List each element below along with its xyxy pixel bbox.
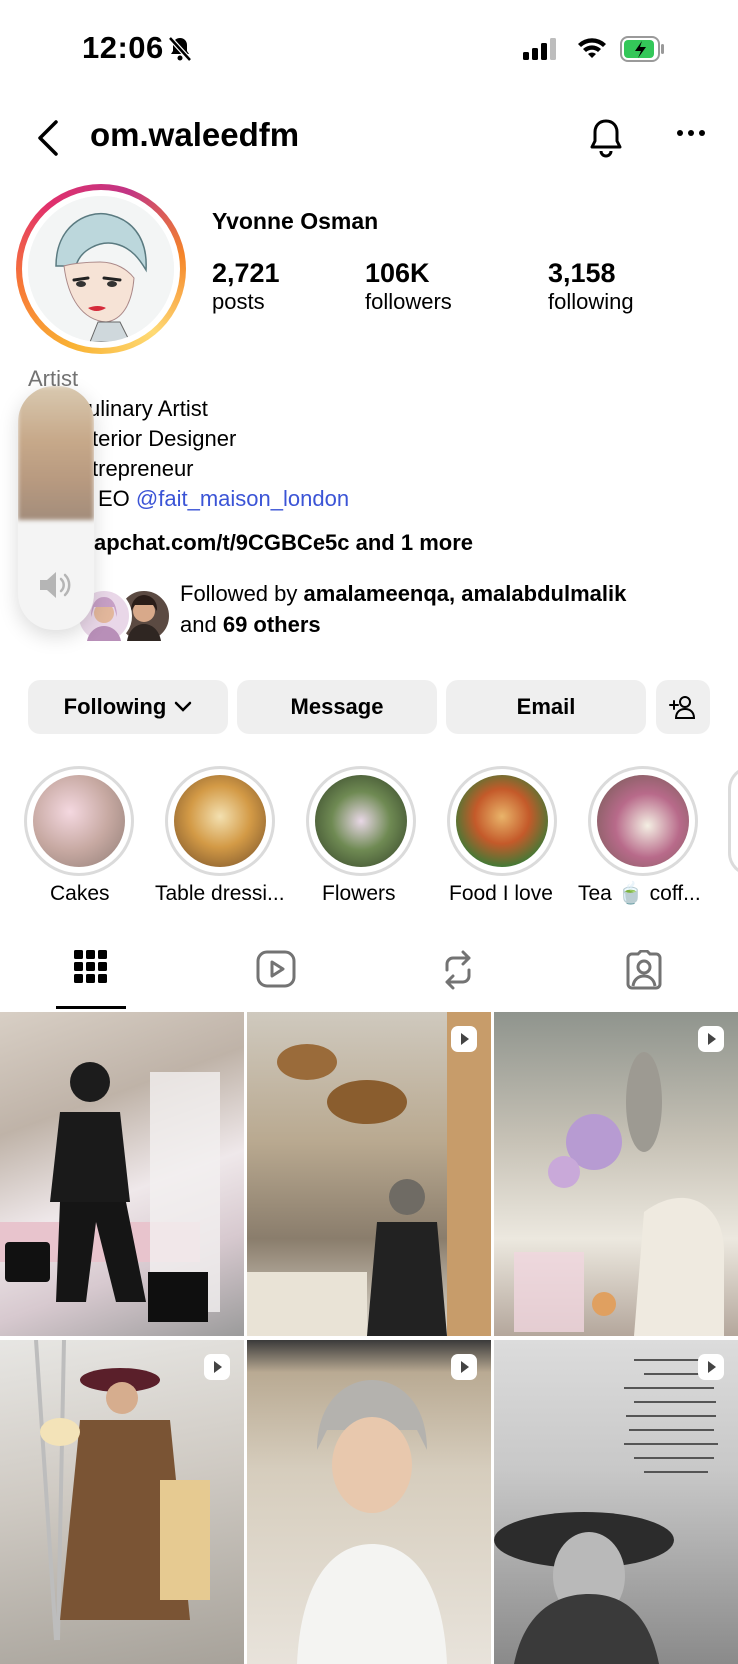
email-button-label: Email <box>516 694 576 719</box>
highlight-label: Table dressi... <box>155 882 285 905</box>
volume-hud <box>18 386 94 630</box>
following-button-label: Following <box>63 694 167 719</box>
bio-line: EO @fait_maison_london <box>98 486 349 512</box>
email-button[interactable]: Email <box>446 680 646 734</box>
highlight-food[interactable]: Food I love <box>447 766 557 905</box>
highlight-partial[interactable] <box>728 766 738 876</box>
following-count[interactable]: 3,158 following <box>548 258 634 315</box>
bio-line: ulinary Artist <box>88 396 208 421</box>
followers-count-label: followers <box>365 289 452 314</box>
active-tab-indicator <box>56 1006 126 1009</box>
highlight-label: Flowers <box>322 882 396 905</box>
reel-indicator-icon <box>204 1354 230 1380</box>
followed-by-text[interactable]: Followed by amalameenqa, amalabdulmalik … <box>180 578 626 640</box>
post-thumbnail[interactable] <box>0 1340 244 1664</box>
highlight-label: Food I love <box>449 882 553 905</box>
bio-line: trepreneur <box>92 456 194 481</box>
reel-indicator-icon <box>451 1354 477 1380</box>
tab-tagged[interactable] <box>624 949 664 995</box>
repost-icon <box>445 950 471 990</box>
more-options-icon[interactable] <box>676 124 706 142</box>
tab-reels[interactable] <box>256 950 296 993</box>
suggested-users-button[interactable] <box>656 680 710 734</box>
followed-by-names: amalameenqa, amalabdulmalik <box>303 581 627 606</box>
volume-level-fill <box>18 386 94 520</box>
post-thumbnail[interactable] <box>247 1340 491 1664</box>
post-thumbnail[interactable] <box>494 1012 738 1336</box>
post-thumbnail[interactable] <box>247 1012 491 1336</box>
profile-username: om.waleedfm <box>90 116 300 153</box>
add-person-icon <box>669 696 696 719</box>
battery-charging-icon <box>620 36 666 67</box>
highlight-label: Tea 🍵 coff... <box>578 882 701 905</box>
status-time: 12:06 <box>82 30 164 65</box>
tab-posts-grid[interactable] <box>74 950 108 989</box>
highlight-flowers[interactable]: Flowers <box>306 766 416 905</box>
following-count-label: following <box>548 289 634 314</box>
bio-mention-link[interactable]: @fait_maison_london <box>136 486 349 511</box>
post-thumbnail[interactable] <box>494 1340 738 1664</box>
message-button[interactable]: Message <box>237 680 437 734</box>
silent-mode-icon <box>168 36 192 67</box>
followers-count-value: 106K <box>365 258 430 288</box>
highlight-label: Cakes <box>50 882 110 905</box>
display-name: Yvonne Osman <box>212 208 379 234</box>
reel-indicator-icon <box>451 1026 477 1052</box>
reel-indicator-icon <box>698 1354 724 1380</box>
bio-line: terior Designer <box>92 426 237 451</box>
posts-count-label: posts <box>212 289 265 314</box>
followed-by-prefix: Followed by <box>180 581 304 606</box>
cellular-signal-icon <box>523 38 559 65</box>
followed-by-and: and <box>180 612 223 637</box>
followed-by-others: 69 others <box>222 612 321 637</box>
wifi-icon <box>576 36 608 65</box>
highlight-table-dressing[interactable]: Table dressi... <box>155 766 285 905</box>
reels-icon <box>256 950 296 988</box>
tab-reposts[interactable] <box>441 950 475 995</box>
highlight-tea-coffee[interactable]: Tea 🍵 coff... <box>578 766 701 905</box>
message-button-label: Message <box>290 694 384 719</box>
speaker-icon <box>38 570 74 605</box>
posts-count-value: 2,721 <box>212 258 280 288</box>
tagged-person-icon <box>626 949 662 990</box>
notifications-bell-icon[interactable] <box>588 118 624 163</box>
chevron-down-icon <box>175 701 192 712</box>
following-button[interactable]: Following <box>28 680 228 734</box>
bio-ceo-text: EO <box>98 486 130 511</box>
grid-icon <box>74 950 107 983</box>
back-button[interactable] <box>36 120 60 161</box>
followers-count[interactable]: 106K followers <box>365 258 452 315</box>
following-count-value: 3,158 <box>548 258 616 288</box>
bio-external-link[interactable]: apchat.com/t/9CGBCe5c and 1 more <box>94 530 473 556</box>
post-thumbnail[interactable] <box>0 1012 244 1336</box>
profile-avatar[interactable] <box>16 184 186 354</box>
reel-indicator-icon <box>698 1026 724 1052</box>
posts-count[interactable]: 2,721 posts <box>212 258 280 315</box>
highlight-cakes[interactable]: Cakes <box>24 766 134 905</box>
